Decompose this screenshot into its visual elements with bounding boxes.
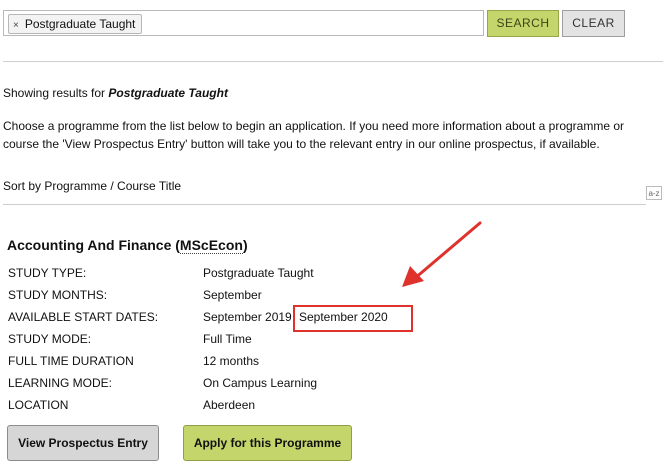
duration-label: FULL TIME DURATION bbox=[8, 354, 134, 368]
intro-text-line2: course the 'View Prospectus Entry' butto… bbox=[3, 137, 600, 151]
clear-button[interactable]: CLEAR bbox=[562, 10, 625, 37]
annotation-highlight-box bbox=[293, 305, 413, 332]
tag-remove-icon[interactable]: × bbox=[13, 20, 19, 31]
annotation-arrow-icon bbox=[402, 221, 482, 287]
study-mode-value: Full Time bbox=[203, 332, 252, 346]
sort-az-icon[interactable]: a-z bbox=[646, 186, 662, 200]
study-months-label: STUDY MONTHS: bbox=[8, 288, 108, 302]
tag-label: Postgraduate Taught bbox=[24, 17, 136, 31]
results-query: Postgraduate Taught bbox=[108, 86, 228, 100]
start-dates-label: AVAILABLE START DATES: bbox=[8, 310, 159, 324]
start-date-value: September 2019 bbox=[203, 310, 292, 324]
divider bbox=[3, 61, 663, 62]
sort-divider bbox=[3, 204, 646, 205]
duration-value: 12 months bbox=[203, 354, 260, 368]
learning-mode-label: LEARNING MODE: bbox=[8, 376, 113, 390]
programme-title-text: Accounting And Finance ( bbox=[7, 237, 180, 253]
study-months-value: September bbox=[203, 288, 262, 302]
sort-label[interactable]: Sort by Programme / Course Title bbox=[3, 179, 181, 193]
location-value: Aberdeen bbox=[203, 398, 256, 412]
programme-title: Accounting And Finance (MScEcon) bbox=[7, 237, 248, 254]
search-tag[interactable]: × Postgraduate Taught bbox=[8, 14, 143, 34]
view-prospectus-button[interactable]: View Prospectus Entry bbox=[7, 425, 159, 461]
learning-mode-value: On Campus Learning bbox=[203, 376, 318, 390]
results-prefix: Showing results for bbox=[3, 86, 109, 100]
search-button[interactable]: SEARCH bbox=[487, 10, 559, 37]
programme-title-close: ) bbox=[242, 237, 248, 253]
location-label: LOCATION bbox=[8, 398, 69, 412]
study-mode-label: STUDY MODE: bbox=[8, 332, 92, 346]
study-type-value: Postgraduate Taught bbox=[203, 266, 314, 280]
results-summary: Showing results for Postgraduate Taught bbox=[3, 86, 228, 100]
study-type-label: STUDY TYPE: bbox=[8, 266, 87, 280]
programme-degree-abbr: MScEcon bbox=[179, 237, 243, 254]
apply-programme-button[interactable]: Apply for this Programme bbox=[183, 425, 352, 461]
search-input[interactable]: × Postgraduate Taught bbox=[3, 10, 484, 36]
intro-text-line1: Choose a programme from the list below t… bbox=[3, 119, 624, 133]
